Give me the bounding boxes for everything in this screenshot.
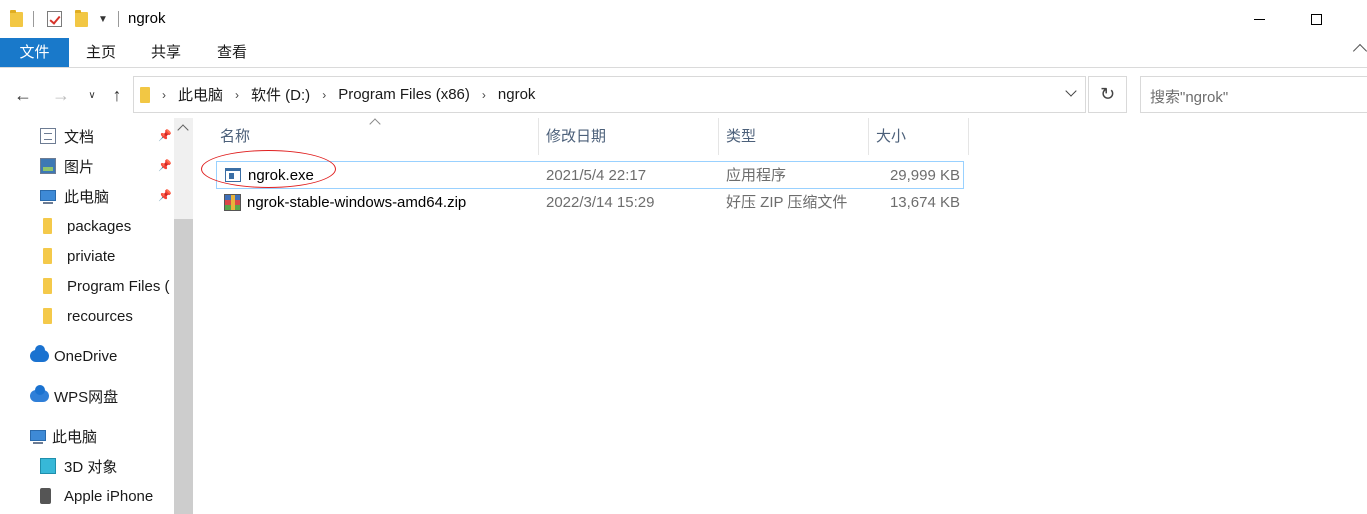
- customize-dropdown-icon[interactable]: ▼: [98, 9, 108, 29]
- nav-scrollbar[interactable]: [174, 118, 193, 514]
- title-bar: ▼ ngrok: [0, 0, 1367, 38]
- folder-icon[interactable]: [10, 9, 23, 29]
- search-input[interactable]: 搜索"ngrok": [1140, 76, 1367, 113]
- pictures-icon: [40, 158, 56, 174]
- nav-item-program-files[interactable]: Program Files (: [40, 271, 174, 301]
- file-row-selected[interactable]: ngrok.exe 2021/5/4 22:17 应用程序 29,999 KB: [216, 161, 964, 189]
- ribbon-tabs: 文件 主页 共享 查看: [0, 38, 1367, 68]
- column-header-size[interactable]: 大小: [868, 118, 968, 155]
- nav-item-pictures[interactable]: 图片: [40, 151, 94, 181]
- nav-item-label: Program Files (: [67, 277, 170, 295]
- file-type: 应用程序: [726, 167, 787, 184]
- breadcrumb-program-files[interactable]: Program Files (x86): [338, 86, 470, 103]
- forward-button[interactable]: →: [48, 80, 74, 110]
- folder-icon: [43, 278, 52, 294]
- iphone-icon: [40, 488, 51, 504]
- nav-item-label: packages: [67, 217, 132, 235]
- chevron-right-icon[interactable]: ›: [482, 88, 486, 102]
- nav-item-label: recources: [67, 307, 133, 325]
- up-button[interactable]: ↑: [106, 80, 128, 110]
- nav-item-recources[interactable]: recources: [40, 301, 133, 331]
- tab-home[interactable]: 主页: [69, 38, 133, 67]
- properties-check-icon[interactable]: [47, 9, 62, 29]
- recent-locations-icon[interactable]: ∨: [84, 80, 100, 110]
- nav-item-documents[interactable]: 文档: [40, 121, 94, 151]
- toolbar-separator: [33, 9, 34, 29]
- 3d-objects-icon: [40, 458, 56, 474]
- address-row: ← → ∨ ↑ › 此电脑 › 软件 (D:) › Program Files …: [0, 74, 1367, 116]
- nav-item-label: 此电脑: [52, 428, 98, 446]
- maximize-button[interactable]: [1293, 0, 1339, 38]
- chevron-right-icon[interactable]: ›: [235, 88, 239, 102]
- file-modified: 2021/5/4 22:17: [546, 167, 647, 184]
- back-button[interactable]: ←: [10, 80, 36, 110]
- file-name: ngrok-stable-windows-amd64.zip: [247, 194, 467, 211]
- refresh-icon: ↻: [1099, 84, 1116, 104]
- this-pc-icon: [30, 429, 46, 444]
- breadcrumb-ngrok[interactable]: ngrok: [498, 86, 536, 103]
- window-title: ngrok: [128, 10, 166, 27]
- title-separator: [118, 9, 119, 29]
- file-type: 好压 ZIP 压缩文件: [726, 194, 848, 211]
- address-bar[interactable]: › 此电脑 › 软件 (D:) › Program Files (x86) › …: [133, 76, 1086, 113]
- nav-item-label: OneDrive: [54, 347, 118, 365]
- file-modified: 2022/3/14 15:29: [546, 194, 655, 211]
- column-header-type[interactable]: 类型: [718, 118, 868, 155]
- breadcrumb-drive-d[interactable]: 软件 (D:): [251, 84, 310, 105]
- chevron-down-icon[interactable]: [1065, 85, 1077, 97]
- wps-cloud-icon: [30, 385, 49, 402]
- nav-item-label: priviate: [67, 247, 116, 265]
- exe-icon: [225, 168, 241, 182]
- column-divider[interactable]: [968, 118, 969, 155]
- nav-item-label: WPS网盘: [54, 388, 119, 406]
- folder-icon: [43, 248, 52, 264]
- pin-icon[interactable]: 📌: [158, 129, 172, 142]
- column-header-modified[interactable]: 修改日期: [538, 118, 718, 155]
- folder-icon: [43, 308, 52, 324]
- nav-item-3d-objects[interactable]: 3D 对象: [40, 451, 117, 481]
- file-size: 13,674 KB: [889, 194, 960, 211]
- nav-item-apple-iphone[interactable]: Apple iPhone: [40, 481, 153, 511]
- expand-ribbon-icon[interactable]: [1352, 43, 1367, 59]
- chevron-right-icon[interactable]: ›: [322, 88, 326, 102]
- new-folder-icon[interactable]: [75, 9, 88, 29]
- minimize-button[interactable]: [1236, 0, 1282, 38]
- nav-item-label: 图片: [64, 158, 95, 176]
- nav-item-wps-cloud[interactable]: WPS网盘: [30, 381, 118, 411]
- refresh-button[interactable]: ↻: [1088, 76, 1127, 113]
- nav-item-label: 此电脑: [64, 188, 110, 206]
- breadcrumb-this-pc[interactable]: 此电脑: [178, 84, 223, 105]
- tab-file[interactable]: 文件: [0, 38, 69, 67]
- nav-item-priviate[interactable]: priviate: [40, 241, 115, 271]
- nav-item-this-pc[interactable]: 此电脑: [30, 421, 97, 451]
- navigation-pane: 文档 📌 图片 📌 此电脑 📌 packages priviate Progra…: [0, 118, 194, 514]
- tab-share[interactable]: 共享: [133, 38, 199, 67]
- chevron-right-icon[interactable]: ›: [162, 88, 166, 102]
- file-name: ngrok.exe: [248, 167, 314, 184]
- nav-item-label: 文档: [64, 128, 95, 146]
- tab-view[interactable]: 查看: [199, 38, 265, 67]
- file-size: 29,999 KB: [889, 167, 960, 184]
- file-row[interactable]: ngrok-stable-windows-amd64.zip 2022/3/14…: [216, 189, 964, 217]
- folder-icon: [43, 218, 52, 234]
- folder-icon: [140, 86, 150, 103]
- nav-item-onedrive[interactable]: OneDrive: [30, 341, 117, 371]
- onedrive-cloud-icon: [30, 345, 49, 362]
- scroll-up-icon[interactable]: [177, 124, 189, 136]
- pin-icon[interactable]: 📌: [158, 159, 172, 172]
- file-list: 名称 修改日期 类型 大小 ngrok.exe 2021/5/4 22:17 应…: [194, 118, 1367, 514]
- nav-item-label: Apple iPhone: [64, 487, 154, 505]
- scrollbar-thumb[interactable]: [174, 219, 193, 514]
- this-pc-icon: [40, 189, 56, 204]
- nav-item-this-pc-pinned[interactable]: 此电脑: [40, 181, 109, 211]
- search-placeholder: 搜索"ngrok": [1150, 89, 1229, 106]
- zip-archive-icon: [224, 194, 241, 211]
- nav-item-packages[interactable]: packages: [40, 211, 131, 241]
- nav-item-label: 3D 对象: [64, 458, 118, 476]
- pin-icon[interactable]: 📌: [158, 189, 172, 202]
- column-header-name[interactable]: 名称: [212, 118, 538, 155]
- documents-icon: [40, 128, 56, 144]
